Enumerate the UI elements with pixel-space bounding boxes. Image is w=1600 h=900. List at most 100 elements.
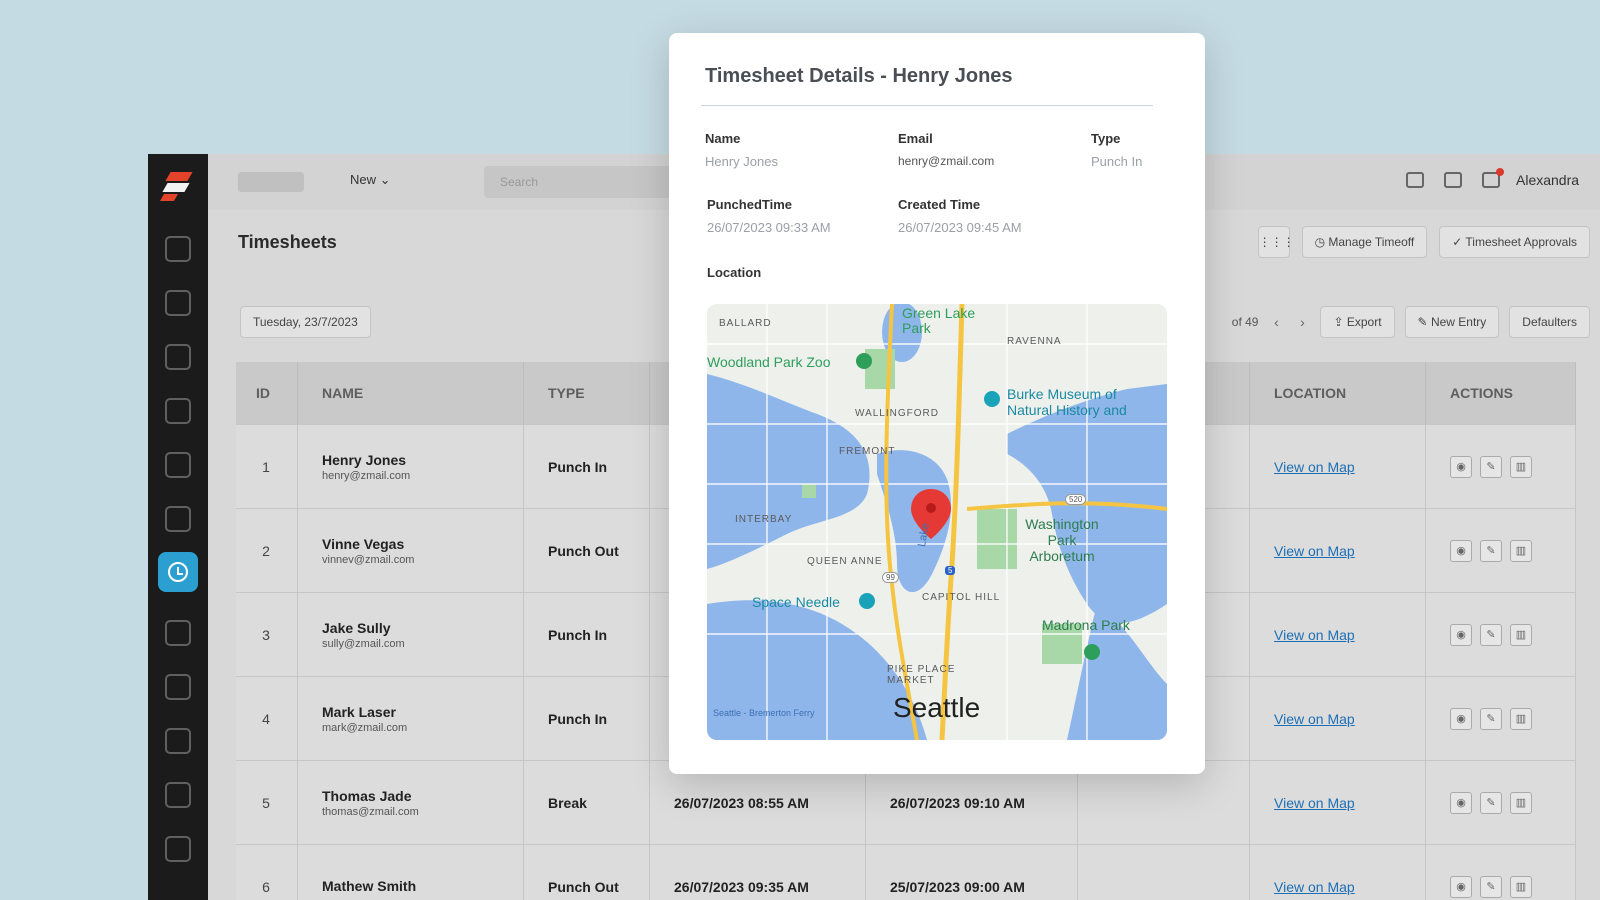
view-on-map-link[interactable]: View on Map xyxy=(1274,543,1355,559)
profile-icon[interactable] xyxy=(165,836,191,862)
type-value: Punch In xyxy=(1091,154,1143,169)
row-type: Punch Out xyxy=(523,844,650,900)
delete-icon[interactable]: ▥ xyxy=(1510,707,1532,730)
row-id: 6 xyxy=(236,844,298,900)
table-row[interactable]: 6 Mathew Smith Punch Out 26/07/2023 09:3… xyxy=(236,844,1576,900)
view-on-map-link[interactable]: View on Map xyxy=(1274,711,1355,727)
punched-time-label: PunchedTime xyxy=(707,197,793,212)
export-button[interactable]: ⇪ Export xyxy=(1320,306,1395,338)
edit-icon[interactable]: ✎ xyxy=(1480,455,1502,478)
tag-icon[interactable] xyxy=(165,620,191,646)
prev-page-icon[interactable]: ‹ xyxy=(1268,314,1284,330)
delete-icon[interactable]: ▥ xyxy=(1510,539,1532,562)
app-logo[interactable] xyxy=(159,168,196,204)
delete-icon[interactable]: ▥ xyxy=(1510,455,1532,478)
location-label: Location xyxy=(707,265,762,280)
view-icon[interactable]: ◉ xyxy=(1450,623,1472,646)
new-dropdown[interactable]: New ⌄ xyxy=(350,172,391,188)
map-poi: Green Lake Park xyxy=(902,305,976,336)
employee-name: Vinne Vegas xyxy=(322,535,405,552)
next-page-icon[interactable]: › xyxy=(1294,314,1310,330)
users-icon[interactable] xyxy=(165,398,191,424)
employee-name: Jake Sully xyxy=(322,619,391,636)
employee-email: mark@zmail.com xyxy=(322,721,408,734)
briefcase-icon[interactable] xyxy=(165,290,191,316)
row-name-cell: Mathew Smith xyxy=(297,844,524,900)
view-icon[interactable]: ◉ xyxy=(1450,875,1472,898)
edit-icon[interactable]: ✎ xyxy=(1480,623,1502,646)
row-actions: ◉ ✎ ▥ xyxy=(1425,592,1576,677)
timesheet-approvals-button[interactable]: ✓ Timesheet Approvals xyxy=(1439,226,1590,258)
edit-icon[interactable]: ✎ xyxy=(1480,791,1502,814)
new-entry-label: New Entry xyxy=(1430,315,1487,329)
view-icon[interactable]: ◉ xyxy=(1450,707,1472,730)
map-label: WALLINGFORD xyxy=(855,408,939,419)
map-label: QUEEN ANNE xyxy=(807,556,883,567)
highway-badge: 520 xyxy=(1065,494,1087,505)
row-actions: ◉ ✎ ▥ xyxy=(1425,508,1576,593)
view-on-map-link[interactable]: View on Map xyxy=(1274,795,1355,811)
delete-icon[interactable]: ▥ xyxy=(1510,875,1532,898)
date-filter[interactable]: Tuesday, 23/7/2023 xyxy=(240,306,371,338)
employee-name: Henry Jones xyxy=(322,451,407,468)
employee-email: sully@zmail.com xyxy=(322,637,405,650)
new-entry-button[interactable]: ✎ New Entry xyxy=(1404,306,1500,338)
view-icon[interactable]: ◉ xyxy=(1450,455,1472,478)
delete-icon[interactable]: ▥ xyxy=(1510,623,1532,646)
created-time-field: Created Time 26/07/2023 09:45 AM xyxy=(898,197,1022,235)
notification-icon[interactable] xyxy=(1482,168,1504,188)
row-location-cell: View on Map xyxy=(1249,844,1426,900)
row-location-cell: View on Map xyxy=(1249,676,1426,761)
employee-email: vinnev@zmail.com xyxy=(322,553,415,566)
location-map[interactable]: BALLARD RAVENNA WALLINGFORD FREMONT INTE… xyxy=(707,304,1167,740)
grid-icon[interactable] xyxy=(165,674,191,700)
created-time-label: Created Time xyxy=(898,197,981,212)
manage-timeoff-button[interactable]: ◷ Manage Timeoff xyxy=(1301,226,1428,258)
user-name[interactable]: Alexandra xyxy=(1516,172,1600,188)
edit-icon[interactable]: ✎ xyxy=(1480,539,1502,562)
calendar-icon[interactable] xyxy=(165,344,191,370)
edit-icon[interactable]: ✎ xyxy=(1480,875,1502,898)
row-name-cell: Thomas Jade thomas@zmail.com xyxy=(297,760,524,845)
row-id: 3 xyxy=(236,592,298,677)
map-poi: Woodland Park Zoo xyxy=(707,354,831,370)
book-icon[interactable] xyxy=(165,452,191,478)
row-id: 1 xyxy=(236,424,298,509)
dashboard-icon[interactable] xyxy=(165,236,191,262)
row-id: 2 xyxy=(236,508,298,593)
edit-icon[interactable]: ✎ xyxy=(1480,707,1502,730)
name-value: Henry Jones xyxy=(705,154,778,169)
org-chart-icon[interactable] xyxy=(165,782,191,808)
employee-name: Mark Laser xyxy=(322,703,396,720)
timesheet-approvals-label: Timesheet Approvals xyxy=(1465,235,1577,249)
delete-icon[interactable]: ▥ xyxy=(1510,791,1532,814)
chat-icon[interactable] xyxy=(1444,172,1462,188)
brand-placeholder xyxy=(238,172,304,192)
view-icon[interactable]: ◉ xyxy=(1450,539,1472,562)
punched-time-value: 26/07/2023 09:33 AM xyxy=(707,220,831,235)
defaulters-button[interactable]: Defaulters xyxy=(1509,306,1590,338)
view-icon[interactable]: ◉ xyxy=(1450,791,1472,814)
column-header: NAME xyxy=(297,362,524,425)
employee-name: Thomas Jade xyxy=(322,787,412,804)
row-actions: ◉ ✎ ▥ xyxy=(1425,424,1576,509)
map-label: FREMONT xyxy=(839,446,896,457)
timesheets-nav-clock-icon[interactable] xyxy=(158,552,198,592)
type-field: Type Punch In xyxy=(1091,131,1142,169)
document-icon[interactable] xyxy=(165,728,191,754)
view-on-map-link[interactable]: View on Map xyxy=(1274,627,1355,643)
map-label: BALLARD xyxy=(719,318,772,329)
row-time-1: 26/07/2023 09:35 AM xyxy=(649,844,866,900)
view-on-map-link[interactable]: View on Map xyxy=(1274,879,1355,895)
grid-view-icon[interactable]: ⋮⋮⋮ xyxy=(1257,226,1295,258)
name-field: Name Henry Jones xyxy=(705,131,778,169)
row-type: Punch Out xyxy=(523,508,650,593)
manage-timeoff-label: Manage Timeoff xyxy=(1328,235,1415,249)
location-field: Location xyxy=(707,265,761,280)
map-label: RAVENNA xyxy=(1007,336,1062,347)
list-icon[interactable] xyxy=(1406,172,1424,188)
map-city-label: Seattle xyxy=(893,692,981,723)
pager-text: of 49 xyxy=(1231,315,1259,329)
view-on-map-link[interactable]: View on Map xyxy=(1274,459,1355,475)
scale-icon[interactable] xyxy=(165,506,191,532)
